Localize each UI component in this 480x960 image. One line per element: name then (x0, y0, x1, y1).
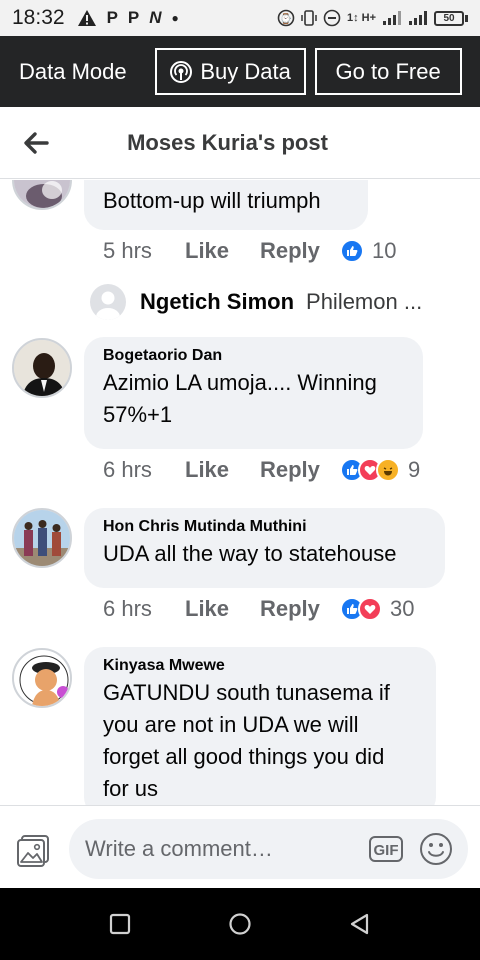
avatar-image (14, 180, 70, 208)
dnd-icon: ⌚ (277, 9, 295, 27)
comment-box[interactable]: GIF (69, 819, 468, 879)
reply-author: Ngetich Simon (140, 289, 295, 314)
comment-text: UDA all the way to statehouse (103, 541, 397, 566)
comment-author: Bogetaorio Dan (103, 347, 223, 364)
minus-circle-icon (323, 9, 341, 27)
emoji-icon[interactable] (419, 832, 453, 866)
reaction-summary[interactable]: 10 (340, 238, 396, 264)
p-icon: P (106, 8, 118, 27)
back-icon[interactable] (348, 912, 372, 936)
comment-bubble[interactable]: Kinyasa Mwewe GATUNDU south tunasema if … (84, 647, 436, 805)
battery-icon: 50 (434, 10, 468, 26)
comment-bubble[interactable]: Hon Chris Mutinda Muthini UDA all the wa… (84, 508, 445, 588)
go-to-free-button[interactable]: Go to Free (314, 48, 462, 95)
comment-text: GATUNDU south tunasema if you are not in… (103, 677, 416, 805)
svg-text:⌚: ⌚ (280, 12, 292, 25)
avatar[interactable] (12, 338, 72, 398)
warning-icon (77, 10, 96, 26)
like-button[interactable]: Like (185, 457, 260, 483)
vibrate-icon (301, 10, 317, 26)
love-reaction-icon (358, 597, 382, 621)
recents-icon[interactable] (108, 912, 132, 936)
comment-input[interactable] (85, 819, 365, 879)
haha-reaction-icon (376, 458, 400, 482)
comment-text: Bottom-up will triumph (103, 188, 321, 213)
comment-author: Kinyasa Mwewe (103, 657, 225, 674)
status-time: 18:32 (12, 6, 65, 29)
system-navigation-bar (0, 888, 480, 960)
post-header: Moses Kuria's post (0, 107, 480, 179)
signal-icon (409, 11, 427, 25)
like-button[interactable]: Like (185, 238, 260, 264)
reply-button[interactable]: Reply (260, 596, 340, 622)
home-icon[interactable] (228, 912, 252, 936)
go-to-free-label: Go to Free (335, 58, 441, 84)
reaction-count: 9 (408, 457, 421, 482)
comment-line: forget all good things you did (103, 744, 385, 769)
like-button[interactable]: Like (185, 596, 260, 622)
reply-button[interactable]: Reply (260, 238, 340, 264)
reply-snippet: Philemon ... (306, 289, 423, 314)
buy-data-button[interactable]: Buy Data (154, 48, 306, 95)
status-bar: 18:32 P P N ● ⌚ 1↕ H+ 50 (0, 0, 480, 36)
comments-feed[interactable]: Bottom-up will triumph 5 hrs Like Reply … (0, 180, 480, 805)
gif-label: GIF (374, 842, 399, 859)
signal-icon (383, 11, 401, 25)
avatar-image (14, 510, 70, 566)
screen: 18:32 P P N ● ⌚ 1↕ H+ 50 Data Mode Buy D… (0, 0, 480, 960)
broadcast-icon (170, 60, 193, 83)
comment-time: 6 hrs (103, 596, 152, 621)
comment-line: 57%+1 (103, 402, 173, 427)
comment-line: Azimio LA umoja.... Winning (103, 370, 377, 395)
reaction-count: 10 (372, 238, 397, 263)
comment-time: 5 hrs (103, 238, 152, 263)
gif-icon[interactable]: GIF (368, 834, 404, 864)
avatar[interactable] (12, 508, 72, 568)
reaction-count: 30 (390, 596, 415, 621)
buy-data-label: Buy Data (200, 58, 291, 84)
comment-actions: 6 hrs Like Reply 30 (103, 596, 414, 622)
comment-bubble[interactable]: Bottom-up will triumph (84, 180, 368, 230)
comment-author: Hon Chris Mutinda Muthini (103, 518, 307, 535)
status-right: ⌚ 1↕ H+ 50 (277, 9, 468, 27)
reaction-summary[interactable]: 30 (340, 596, 414, 622)
comment-actions: 6 hrs Like Reply 9 (103, 457, 420, 483)
avatar-image (14, 340, 70, 396)
data-mode-bar: Data Mode Buy Data Go to Free (0, 36, 480, 107)
comment-line: for us (103, 776, 159, 801)
battery-level: 50 (434, 10, 464, 26)
comment-composer: GIF (0, 805, 480, 888)
comment-line: you are not in UDA we will (103, 712, 359, 737)
page-title: Moses Kuria's post (127, 129, 328, 155)
reaction-summary[interactable]: 9 (340, 457, 420, 483)
data-mode-label: Data Mode (19, 58, 127, 84)
avatar[interactable] (12, 648, 72, 708)
view-replies[interactable]: Ngetich Simon Philemon ... (90, 284, 422, 320)
n-icon: N (149, 8, 162, 27)
comment-time: 6 hrs (103, 457, 152, 482)
comment-actions: 5 hrs Like Reply 10 (103, 238, 396, 264)
network-label: 1↕ H+ (346, 12, 376, 24)
notification-icons: P P N ● (77, 8, 179, 28)
dot-icon: ● (171, 11, 179, 25)
avatar-image (14, 650, 70, 706)
avatar[interactable] (12, 180, 72, 210)
like-reaction-icon (340, 239, 364, 263)
comment-text: Azimio LA umoja.... Winning 57%+1 (103, 367, 403, 431)
p-icon: P (127, 8, 140, 27)
reply-button[interactable]: Reply (260, 457, 340, 483)
comment-line: GATUNDU south tunasema if (103, 680, 390, 705)
photo-icon[interactable] (16, 832, 52, 868)
default-avatar-icon (90, 284, 126, 320)
comment-bubble[interactable]: Bogetaorio Dan Azimio LA umoja.... Winni… (84, 337, 423, 449)
